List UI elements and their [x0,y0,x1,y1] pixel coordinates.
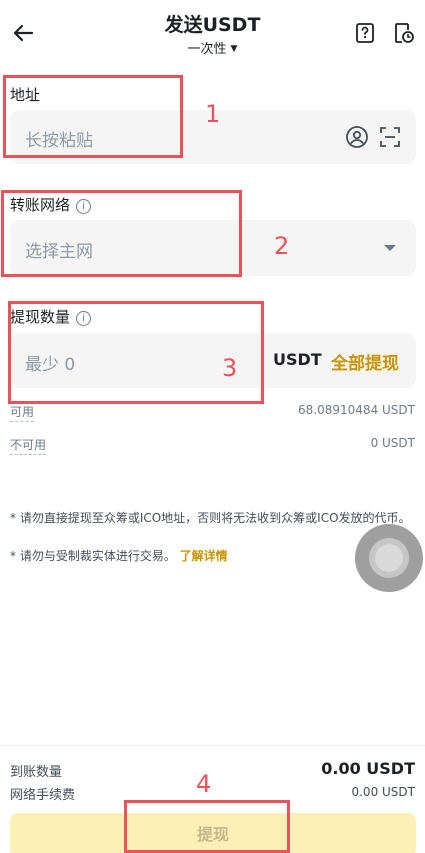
annotation-box-1 [3,75,183,158]
max-button[interactable]: 全部提现 [331,349,399,374]
learn-more-link[interactable]: 了解详情 [180,549,228,563]
sanctions-text: * 请勿与受制裁实体进行交易。 [10,549,176,563]
annotation-box-3 [8,301,264,404]
floating-button-ring [369,538,409,578]
annotation-number-4: 4 [196,770,212,798]
annotation-number-1: 1 [205,100,221,128]
unavailable-value: 0 USDT [370,436,415,450]
scan-icon[interactable] [379,126,401,148]
caret-down-icon [384,245,396,251]
header-bar: 发送USDT 一次性 ▼ [0,0,425,64]
document-clock-icon[interactable] [393,22,415,44]
annotation-box-2 [1,190,242,277]
available-label: 可用 [10,403,35,422]
available-value: 68.08910484 USDT [298,403,415,417]
chevron-down-icon: ▼ [230,44,238,54]
amount-unit: USDT [273,350,322,369]
floating-button-core [375,544,403,572]
receive-amount-value: 0.00 USDT [321,759,415,778]
annotation-box-4 [124,800,290,853]
network-fee-value: 0.00 USDT [351,785,415,799]
address-book-icon[interactable] [345,125,369,149]
annotation-number-3: 3 [222,354,238,382]
receive-amount-label: 到账数量 [10,765,63,780]
floating-assist-button[interactable] [355,524,423,592]
mode-label: 一次性 [187,42,227,57]
unavailable-label: 不可用 [10,436,47,455]
bottom-divider [0,745,425,746]
help-square-icon[interactable] [355,22,377,44]
network-fee-label: 网络手续费 [10,788,76,803]
warning-note-ico: * 请勿直接提现至众筹或ICO地址，否则将无法收到众筹或ICO发放的代币。 [10,511,411,525]
amount-suffix: USDT 全部提现 [260,333,416,388]
annotation-number-2: 2 [274,232,290,260]
